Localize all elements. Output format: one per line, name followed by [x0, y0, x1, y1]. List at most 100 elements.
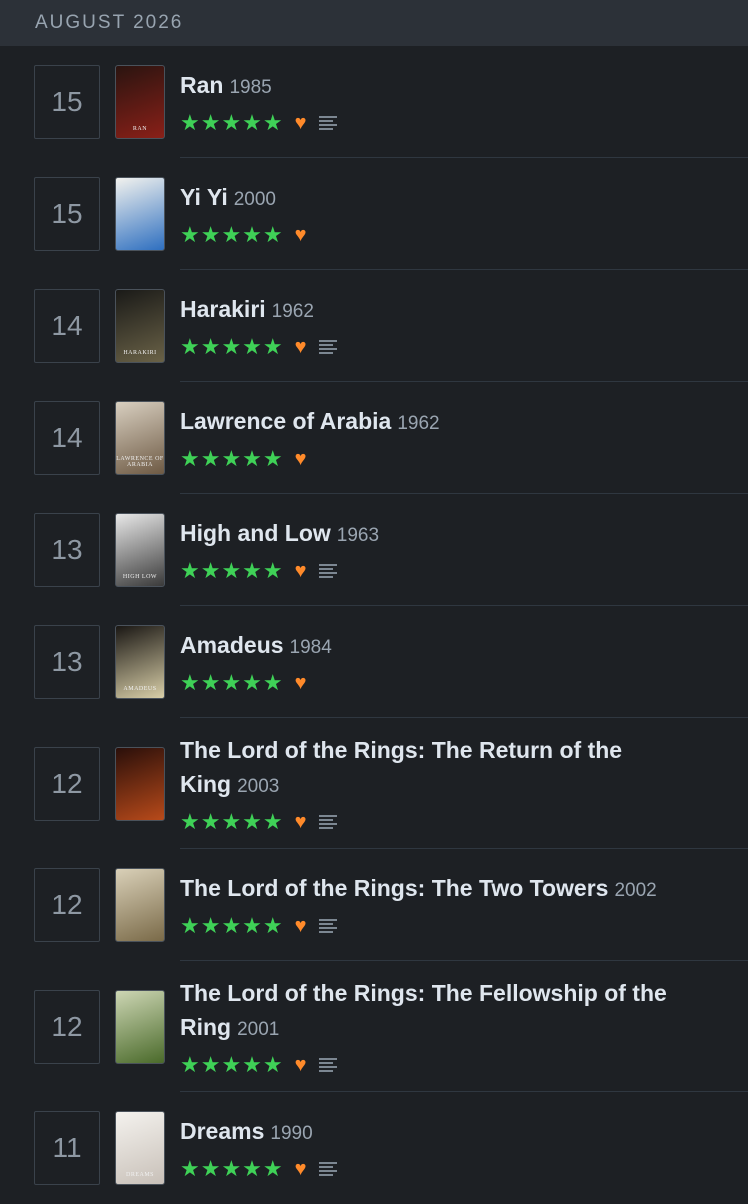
- film-poster[interactable]: DREAMS: [115, 1111, 165, 1185]
- entry-info: The Lord of the Rings: The Return of the…: [180, 735, 718, 833]
- film-year[interactable]: 2001: [237, 1019, 279, 1040]
- day-number[interactable]: 14: [34, 401, 100, 475]
- entry-info: Dreams 1990 ★★★★★ ♥: [180, 1116, 718, 1180]
- diary-entry[interactable]: 14 LAWRENCE OF ARABIA Lawrence of Arabia 19…: [0, 382, 748, 494]
- rating-row: ★★★★★ ♥: [180, 112, 718, 134]
- film-title[interactable]: Yi Yi: [180, 184, 228, 210]
- film-poster[interactable]: [115, 990, 165, 1064]
- liked-heart-icon: ♥: [294, 1158, 307, 1180]
- title-line: Yi Yi 2000: [180, 182, 718, 216]
- film-year[interactable]: 2000: [234, 189, 276, 210]
- film-title[interactable]: Amadeus: [180, 632, 284, 658]
- title-line: The Lord of the Rings: The Two Towers 200…: [180, 873, 718, 907]
- diary-entry[interactable]: 12 The Lord of the Rings: The Fellowship …: [0, 961, 748, 1092]
- film-poster[interactable]: AMADEUS: [115, 625, 165, 699]
- film-title[interactable]: Ran: [180, 72, 223, 98]
- day-number[interactable]: 15: [34, 177, 100, 251]
- review-lines-icon[interactable]: [318, 563, 337, 579]
- review-lines-icon[interactable]: [318, 918, 337, 934]
- diary-entry[interactable]: 12 The Lord of the Rings: The Return of t…: [0, 718, 748, 849]
- diary-entry[interactable]: 13 AMADEUS Amadeus 1984 ★★★★★ ♥: [0, 606, 748, 718]
- title-line: High and Low 1963: [180, 518, 718, 552]
- title-line: Lawrence of Arabia 1962: [180, 406, 718, 440]
- title-line: Amadeus 1984: [180, 630, 718, 664]
- review-lines-icon[interactable]: [318, 115, 337, 131]
- film-title[interactable]: High and Low: [180, 520, 331, 546]
- entry-info: Amadeus 1984 ★★★★★ ♥: [180, 630, 718, 694]
- diary-entry[interactable]: 12 The Lord of the Rings: The Two Towers 2…: [0, 849, 748, 961]
- film-poster[interactable]: [115, 177, 165, 251]
- film-year[interactable]: 1984: [290, 637, 332, 658]
- review-lines-icon[interactable]: [318, 814, 337, 830]
- poster-text: HARAKIRI: [123, 350, 157, 356]
- film-title[interactable]: Dreams: [180, 1118, 264, 1144]
- title-line: Harakiri 1962: [180, 294, 718, 328]
- entry-info: Harakiri 1962 ★★★★★ ♥: [180, 294, 718, 358]
- rating-row: ★★★★★ ♥: [180, 448, 718, 471]
- star-rating: ★★★★★: [180, 1156, 284, 1181]
- liked-heart-icon: ♥: [294, 915, 307, 937]
- diary-list: 15 RAN Ran 1985 ★★★★★ ♥ 15 Yi Yi 2000 ★★★★★ ♥ 14 HAR…: [0, 46, 748, 1204]
- rating-row: ★★★★★ ♥: [180, 336, 718, 358]
- star-rating: ★★★★★: [180, 913, 284, 938]
- film-year[interactable]: 2002: [614, 880, 656, 901]
- month-header: AUGUST 2026: [0, 0, 748, 46]
- day-number[interactable]: 13: [34, 625, 100, 699]
- diary-entry[interactable]: 11 DREAMS Dreams 1990 ★★★★★ ♥: [0, 1092, 748, 1204]
- liked-heart-icon: ♥: [294, 448, 307, 470]
- day-number[interactable]: 13: [34, 513, 100, 587]
- entry-info: High and Low 1963 ★★★★★ ♥: [180, 518, 718, 582]
- day-number[interactable]: 12: [34, 747, 100, 821]
- film-poster[interactable]: HIGH LOW: [115, 513, 165, 587]
- entry-info: The Lord of the Rings: The Two Towers 200…: [180, 873, 718, 937]
- diary-entry[interactable]: 14 HARAKIRI Harakiri 1962 ★★★★★ ♥: [0, 270, 748, 382]
- review-lines-icon[interactable]: [318, 339, 337, 355]
- rating-row: ★★★★★ ♥: [180, 1054, 718, 1076]
- star-rating: ★★★★★: [180, 558, 284, 583]
- day-number[interactable]: 12: [34, 990, 100, 1064]
- rating-row: ★★★★★ ♥: [180, 672, 718, 695]
- diary-entry[interactable]: 13 HIGH LOW High and Low 1963 ★★★★★ ♥: [0, 494, 748, 606]
- title-line: Ran 1985: [180, 70, 718, 104]
- day-number[interactable]: 14: [34, 289, 100, 363]
- liked-heart-icon: ♥: [294, 672, 307, 694]
- film-year[interactable]: 2003: [237, 776, 279, 797]
- film-poster[interactable]: RAN: [115, 65, 165, 139]
- poster-text: HIGH LOW: [122, 574, 158, 580]
- film-year[interactable]: 1962: [272, 301, 314, 322]
- star-rating: ★★★★★: [180, 110, 284, 135]
- film-poster[interactable]: [115, 868, 165, 942]
- diary-entry[interactable]: 15 RAN Ran 1985 ★★★★★ ♥: [0, 46, 748, 158]
- rating-row: ★★★★★ ♥: [180, 222, 718, 247]
- review-lines-icon[interactable]: [318, 1161, 337, 1177]
- film-title[interactable]: The Lord of the Rings: The Two Towers: [180, 875, 608, 901]
- film-poster[interactable]: LAWRENCE OF ARABIA: [115, 401, 165, 475]
- film-year[interactable]: 1962: [397, 413, 439, 434]
- star-rating: ★★★★★: [180, 222, 284, 247]
- day-number[interactable]: 12: [34, 868, 100, 942]
- liked-heart-icon: ♥: [294, 112, 307, 134]
- entry-info: Yi Yi 2000 ★★★★★ ♥: [180, 182, 718, 246]
- film-poster[interactable]: [115, 747, 165, 821]
- day-number[interactable]: 15: [34, 65, 100, 139]
- star-rating: ★★★★★: [180, 334, 284, 359]
- poster-text: RAN: [132, 126, 148, 132]
- poster-text: LAWRENCE OF ARABIA: [116, 456, 164, 468]
- liked-heart-icon: ♥: [294, 224, 307, 246]
- film-title[interactable]: Lawrence of Arabia: [180, 408, 391, 434]
- poster-text: DREAMS: [125, 1172, 154, 1178]
- film-year[interactable]: 1963: [337, 525, 379, 546]
- rating-row: ★★★★★ ♥: [180, 915, 718, 937]
- entry-info: Ran 1985 ★★★★★ ♥: [180, 70, 718, 134]
- film-year[interactable]: 1990: [270, 1123, 312, 1144]
- review-lines-icon[interactable]: [318, 1057, 337, 1073]
- diary-entry[interactable]: 15 Yi Yi 2000 ★★★★★ ♥: [0, 158, 748, 270]
- liked-heart-icon: ♥: [294, 1054, 307, 1076]
- day-number[interactable]: 11: [34, 1111, 100, 1185]
- rating-row: ★★★★★ ♥: [180, 811, 718, 833]
- film-title[interactable]: Harakiri: [180, 296, 266, 322]
- film-year[interactable]: 1985: [229, 77, 271, 98]
- film-poster[interactable]: HARAKIRI: [115, 289, 165, 363]
- liked-heart-icon: ♥: [294, 811, 307, 833]
- liked-heart-icon: ♥: [294, 336, 307, 358]
